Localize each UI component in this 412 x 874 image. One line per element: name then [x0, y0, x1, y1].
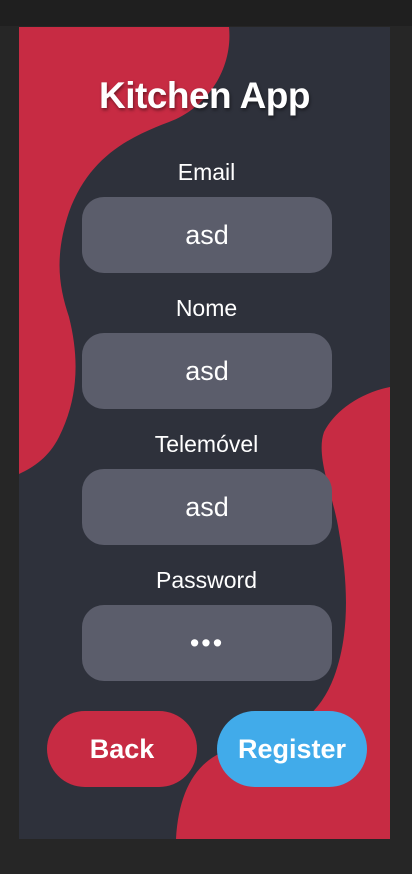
device-frame: Kitchen App Email Nome Telemóvel Passwor…	[0, 0, 412, 874]
window-top-bar	[0, 0, 412, 26]
app-title: Kitchen App	[98, 75, 311, 116]
email-field[interactable]	[82, 197, 332, 273]
email-label: Email	[177, 159, 236, 185]
name-field[interactable]	[82, 333, 332, 409]
phone-label: Telemóvel	[154, 431, 259, 457]
back-button[interactable]: Back	[47, 711, 197, 787]
name-label: Nome	[175, 295, 238, 321]
password-field[interactable]	[82, 605, 332, 681]
phone-field[interactable]	[82, 469, 332, 545]
register-button[interactable]: Register	[217, 711, 367, 787]
register-screen: Kitchen App Email Nome Telemóvel Passwor…	[19, 27, 390, 839]
password-label: Password	[156, 567, 257, 593]
